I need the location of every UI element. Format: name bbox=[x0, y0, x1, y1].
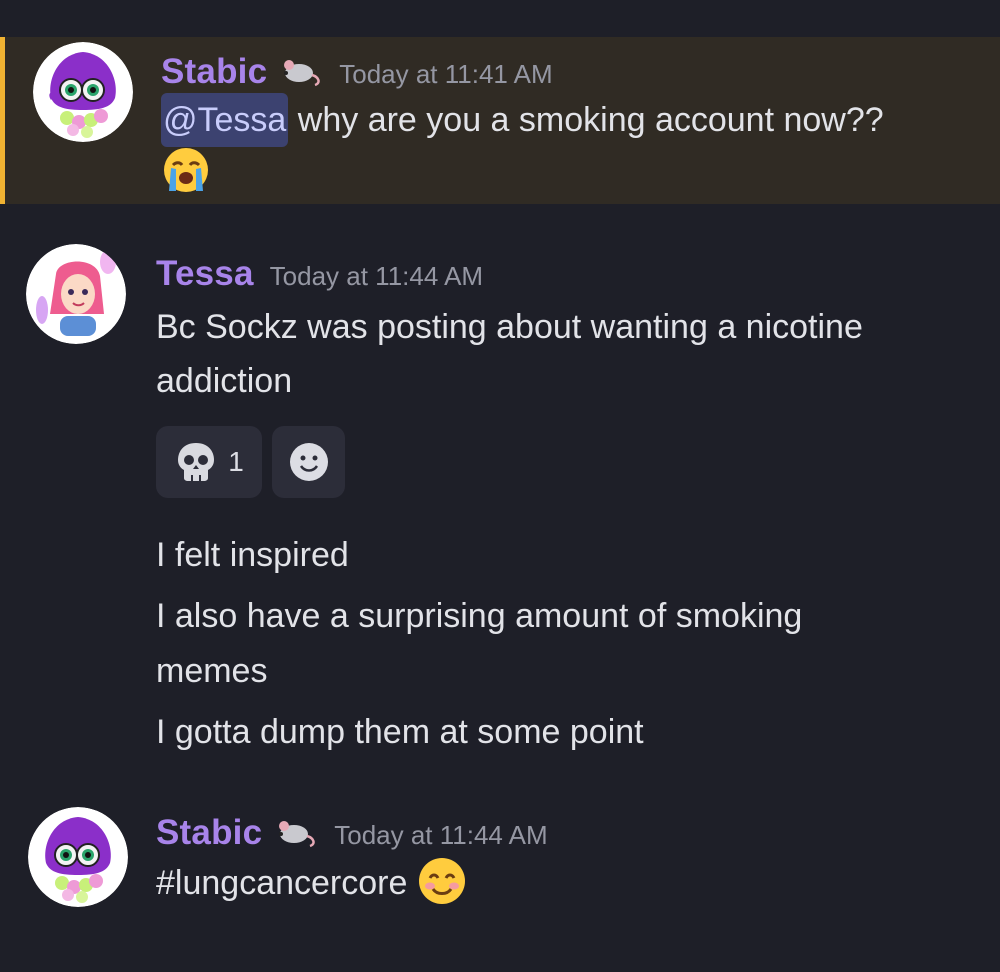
add-reaction-button[interactable] bbox=[272, 426, 345, 498]
message-text: @Tessa why are you a smoking account now… bbox=[161, 93, 884, 147]
reaction-count: 1 bbox=[228, 446, 244, 477]
avatar-stabic[interactable] bbox=[28, 807, 128, 907]
message-highlighted[interactable]: Stabic Today at 11:41 AM @Tessa why are … bbox=[0, 37, 1000, 204]
message-text: memes bbox=[156, 652, 268, 690]
message-text: addiction bbox=[156, 362, 293, 400]
avatar-tessa[interactable] bbox=[26, 244, 126, 344]
message-body: why are you a smoking account now?? bbox=[288, 101, 884, 139]
timestamp: Today at 11:44 AM bbox=[269, 261, 484, 291]
rat-icon bbox=[277, 53, 323, 87]
author-name[interactable]: Stabic bbox=[156, 813, 262, 853]
rat-icon bbox=[272, 814, 318, 848]
message-text: I also have a surprising amount of smoki… bbox=[156, 597, 803, 635]
message-text: I felt inspired bbox=[156, 536, 349, 574]
message-text: Bc Sockz was posting about wanting a nic… bbox=[156, 308, 863, 346]
skull-icon bbox=[174, 440, 218, 484]
timestamp: Today at 11:44 AM bbox=[334, 820, 548, 850]
message[interactable]: Stabic Today at 11:44 AM #lungcancercore bbox=[0, 800, 1000, 940]
timestamp: Today at 11:41 AM bbox=[339, 59, 553, 89]
loudly-crying-face-icon bbox=[161, 145, 211, 195]
smiling-face-with-smiling-eyes-icon bbox=[417, 856, 467, 906]
hashtag-text: #lungcancercore bbox=[156, 864, 408, 902]
message-text: I gotta dump them at some point bbox=[156, 713, 644, 751]
reaction-skull[interactable]: 1 bbox=[156, 426, 262, 498]
message-text: #lungcancercore bbox=[156, 856, 467, 910]
author-name[interactable]: Stabic bbox=[161, 52, 267, 92]
chat-log: Stabic Today at 11:41 AM @Tessa why are … bbox=[0, 0, 1000, 972]
add-reaction-icon bbox=[288, 441, 330, 483]
avatar-stabic[interactable] bbox=[33, 42, 133, 142]
message[interactable]: Tessa Today at 11:44 AM Bc Sockz was pos… bbox=[0, 236, 1000, 766]
user-mention[interactable]: @Tessa bbox=[161, 93, 289, 147]
author-name[interactable]: Tessa bbox=[156, 254, 254, 294]
